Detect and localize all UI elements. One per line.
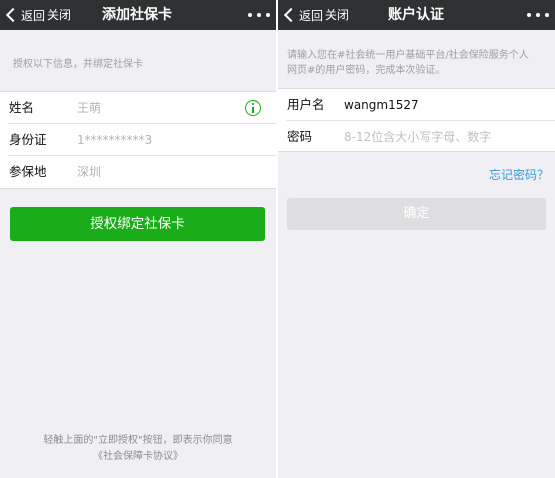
more-options-button[interactable] [527,0,549,30]
insured-location-label: 参保地 [9,164,47,179]
insured-location-row: 参保地 深圳 [0,156,276,188]
user-info-card: 姓名 王萌 身份证 1**********3 参保地 深圳 [0,91,276,189]
info-icon[interactable] [245,100,261,116]
more-dot-icon [248,13,252,17]
add-social-security-card-screen: 返回 关闭 添加社保卡 授权以下信息，并绑定社保卡 姓名 王萌 身份证 1***… [0,0,276,478]
back-button[interactable]: 返回 [4,0,45,30]
insured-location-value: 深圳 [77,165,102,179]
password-input[interactable] [344,127,544,147]
close-button[interactable]: 关闭 [325,0,349,30]
close-button[interactable]: 关闭 [47,0,71,30]
id-card-label: 身份证 [9,132,47,147]
username-row: 用户名 wangm1527 [278,89,555,121]
page-title: 添加社保卡 [102,7,172,23]
username-value[interactable]: wangm1527 [344,89,419,121]
account-verification-screen: 返回 关闭 账户认证 请输入您在#社会统一用户基础平台/社会保险服务个人 网页#… [278,0,555,478]
back-label: 返回 [299,8,324,23]
verification-hint-line: 请输入您在#社会统一用户基础平台/社会保险服务个人 [287,50,529,61]
login-form-card: 用户名 wangm1527 密码 [278,88,555,152]
more-dot-icon [266,13,270,17]
authorize-bind-button[interactable]: 授权绑定社保卡 [10,207,265,241]
chevron-left-icon [283,7,299,23]
more-dot-icon [527,13,531,17]
name-row: 姓名 王萌 [0,92,276,124]
id-card-value: 1**********3 [77,133,153,147]
verification-hint-line: 网页#的用户密码，完成本次验证。 [287,65,446,76]
authorization-hint: 授权以下信息，并绑定社保卡 [13,59,143,70]
chevron-left-icon [5,7,21,23]
more-dot-icon [257,13,261,17]
verification-hint: 请输入您在#社会统一用户基础平台/社会保险服务个人 网页#的用户密码，完成本次验… [287,48,553,78]
username-label: 用户名 [287,97,325,112]
more-options-button[interactable] [248,0,270,30]
more-dot-icon [536,13,540,17]
confirm-button[interactable]: 确定 [287,198,546,230]
agreement-notice: 轻触上面的"立即授权"按钮，即表示你同意 《社会保障卡协议》 [0,433,276,465]
name-value: 王萌 [77,101,102,115]
back-label: 返回 [21,8,46,23]
page-title: 账户认证 [388,7,444,23]
forgot-password-link[interactable]: 忘记密码？ [489,166,549,183]
password-label: 密码 [287,129,313,144]
navigation-bar: 返回 关闭 账户认证 [278,0,555,30]
password-row: 密码 [278,121,555,153]
agreement-notice-text: 轻触上面的"立即授权"按钮，即表示你同意 [43,435,233,446]
back-button[interactable]: 返回 [282,0,323,30]
name-label: 姓名 [9,100,35,115]
agreement-link[interactable]: 《社会保障卡协议》 [0,449,276,465]
id-card-row: 身份证 1**********3 [0,124,276,156]
navigation-bar: 返回 关闭 添加社保卡 [0,0,276,30]
more-dot-icon [545,13,549,17]
